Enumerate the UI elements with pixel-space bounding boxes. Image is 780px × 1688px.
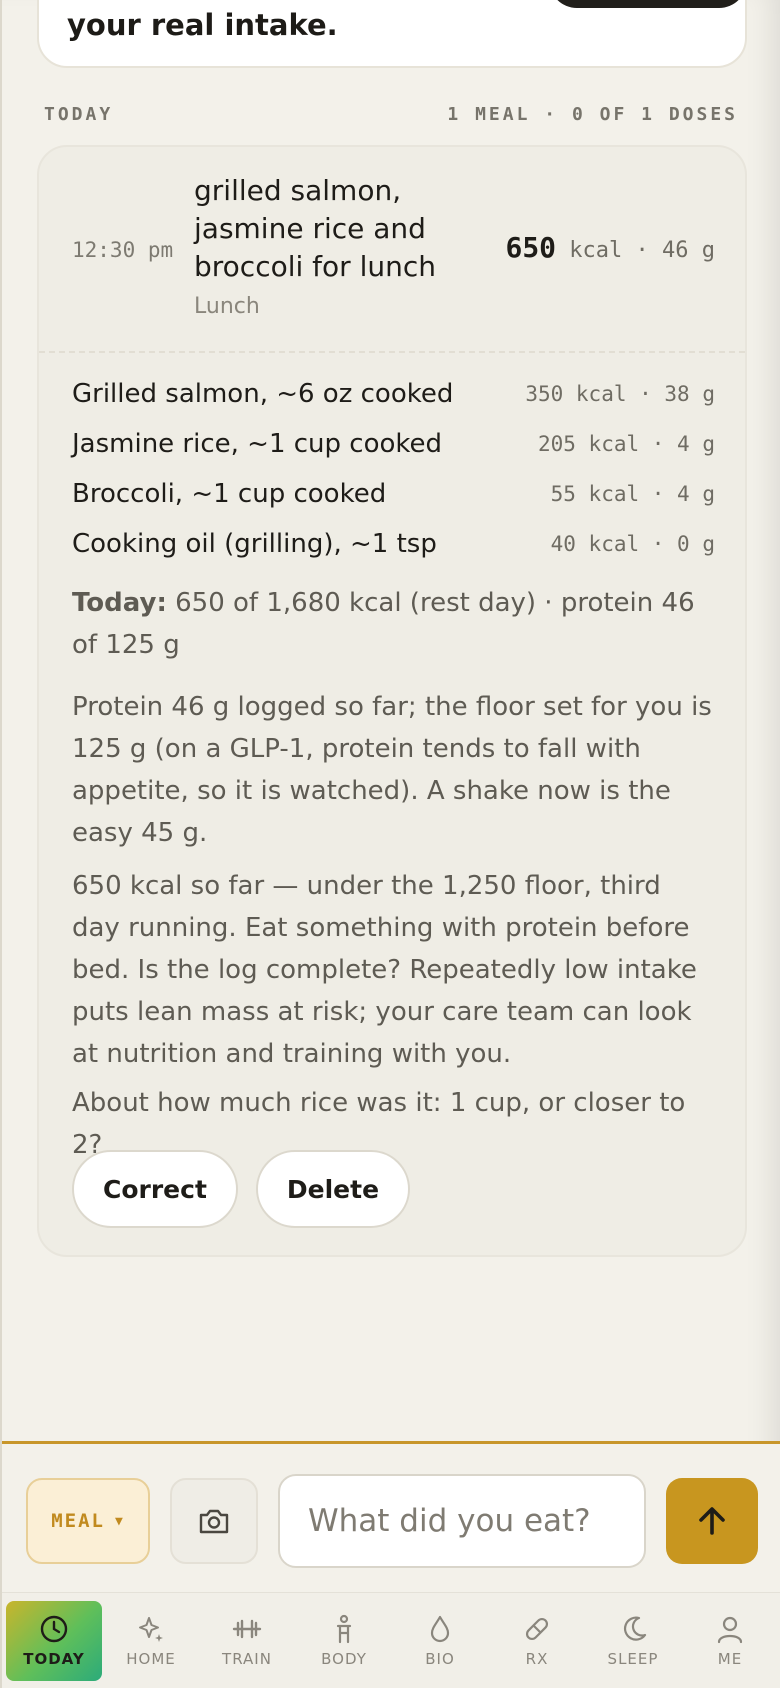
correct-button[interactable]: Correct [72,1150,238,1228]
meal-total-kcal: 650 [505,231,557,264]
delete-button[interactable]: Delete [255,1150,411,1228]
list-item: Grilled salmon, ~6 oz cooked 350 kcal · … [72,369,715,419]
intake-note: 650 kcal so far — under the 1,250 floor,… [72,871,697,1069]
insight-card: your real intake. [37,0,747,68]
nav-item-rx[interactable]: RX [489,1601,585,1681]
item-value: 40 kcal · 0 g [550,532,715,556]
meal-composer: MEAL ▼ [2,1441,780,1592]
list-item: Cooking oil (grilling), ~1 tsp 40 kcal ·… [72,519,715,569]
list-item: Jasmine rice, ~1 cup cooked 205 kcal · 4… [72,419,715,469]
section-header: TODAY 1 MEAL · 0 OF 1 DOSES [44,101,738,127]
meal-text-input[interactable] [278,1474,646,1568]
nav-item-sleep[interactable]: SLEEP [585,1601,681,1681]
meal-items-list: Grilled salmon, ~6 oz cooked 350 kcal · … [72,369,715,569]
drop-icon [430,1615,450,1643]
nav-item-bio[interactable]: BIO [392,1601,488,1681]
nav-label: HOME [126,1650,176,1668]
nav-label: BIO [425,1650,455,1668]
sparkle-icon [139,1617,163,1642]
section-summary: 1 MEAL · 0 OF 1 DOSES [447,103,738,125]
item-name: Broccoli, ~1 cup cooked [72,479,387,509]
caret-down-icon: ▼ [114,1513,125,1529]
item-name: Cooking oil (grilling), ~1 tsp [72,529,437,559]
item-value: 55 kcal · 4 g [550,482,715,506]
camera-button[interactable] [170,1478,258,1564]
item-value: 205 kcal · 4 g [537,432,715,456]
nav-label: SLEEP [607,1650,659,1668]
nav-item-today[interactable]: TODAY [6,1601,102,1681]
nav-item-home[interactable]: HOME [103,1601,199,1681]
nav-label: BODY [321,1650,367,1668]
item-value: 350 kcal · 38 g [525,382,715,406]
clock-icon [40,1615,68,1643]
dumbbell-icon [232,1619,262,1639]
camera-icon [199,1509,229,1534]
pill-icon [525,1617,549,1641]
protein-note: Protein 46 g logged so far; the floor se… [72,692,712,848]
arrow-up-icon [699,1507,725,1535]
item-name: Jasmine rice, ~1 cup cooked [72,429,443,459]
nav-label: TODAY [23,1650,85,1668]
nav-label: RX [525,1650,549,1668]
insight-card-title: your real intake. [67,8,338,42]
today-summary-label: Today: [72,588,167,618]
meal-time: 12:30 pm [72,238,174,262]
nav-label: TRAIN [222,1650,272,1668]
send-button[interactable] [666,1478,758,1564]
meal-type-select[interactable]: MEAL ▼ [26,1478,150,1564]
today-summary: Today: 650 of 1,680 kcal (rest day) · pr… [72,582,712,666]
nav-item-me[interactable]: ME [682,1601,778,1681]
bottom-nav: TODAY HOME TRAIN BODY BIO RX SLEEP ME [2,1592,780,1688]
meal-total-rest: kcal · 46 g [569,238,715,263]
meal-type-select-label: MEAL [51,1510,105,1532]
meal-actions: Correct Delete [72,1150,411,1228]
moon-icon [624,1616,647,1641]
person-icon [717,1616,743,1644]
nav-label: ME [717,1650,743,1668]
section-label: TODAY [44,103,114,125]
app-screen: your real intake. TODAY 1 MEAL · 0 OF 1 … [0,0,780,1688]
card-action-button[interactable] [549,0,747,8]
list-item: Broccoli, ~1 cup cooked 55 kcal · 4 g [72,469,715,519]
nav-item-body[interactable]: BODY [296,1601,392,1681]
meal-type: Lunch [194,294,260,319]
meal-name: grilled salmon, jasmine rice and broccol… [194,174,436,283]
meal-header[interactable]: 12:30 pm grilled salmon, jasmine rice an… [39,147,745,353]
meal-card: 12:30 pm grilled salmon, jasmine rice an… [37,145,747,1257]
item-name: Grilled salmon, ~6 oz cooked [72,379,454,409]
body-icon [336,1614,352,1644]
meal-total: 650 kcal · 46 g [505,231,715,264]
nav-item-train[interactable]: TRAIN [199,1601,295,1681]
